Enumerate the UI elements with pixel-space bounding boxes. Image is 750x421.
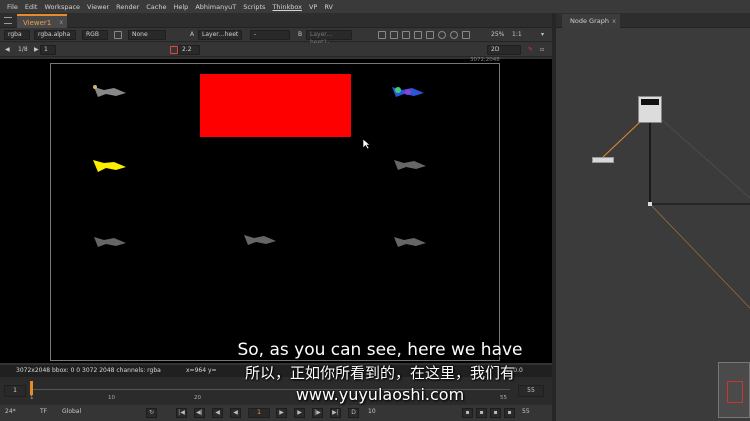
compare-mode-dropdown[interactable]: - [250, 30, 290, 40]
pane-menu-icon[interactable] [4, 17, 12, 24]
minimap-viewport[interactable] [727, 381, 743, 403]
fullscreen-icon[interactable] [462, 31, 470, 39]
fps-dropdown[interactable]: 24* [5, 408, 16, 415]
input-a-dropdown[interactable]: Layer…heet [198, 30, 242, 40]
menu-abhimanyut[interactable]: AbhimanyuT [195, 3, 236, 11]
pause-icon[interactable] [426, 31, 434, 39]
viewer-node[interactable] [638, 96, 662, 123]
read-node[interactable] [592, 157, 614, 163]
playhead[interactable] [30, 381, 33, 395]
creature-sprite-6 [244, 235, 276, 245]
first-frame-button[interactable]: |◀ [176, 408, 187, 418]
format-label: 3072,2048 [470, 57, 500, 63]
downrez-label[interactable]: 1/8 [18, 46, 28, 53]
menu-edit[interactable]: Edit [25, 3, 38, 11]
input-b-dropdown[interactable]: Layer…heet1- [306, 30, 352, 46]
proxy-icon[interactable] [114, 31, 122, 39]
menu-file[interactable]: File [7, 3, 18, 11]
step-forward-button[interactable]: ▶ [294, 408, 305, 418]
tf-dropdown[interactable]: TF [40, 408, 47, 415]
play-icon[interactable]: ◀ [5, 46, 10, 53]
playback-bar: 24* TF Global ↻ |◀ ◀| ◀ ◀ 1 ▶ ▶ |▶ ▶| D … [0, 405, 552, 421]
menu-vp[interactable]: VP [309, 3, 317, 11]
menu-workspace[interactable]: Workspace [44, 3, 80, 11]
prev-keyframe-button[interactable]: ◀| [194, 408, 205, 418]
creature-sprite-7 [394, 237, 426, 247]
refresh-icon[interactable] [438, 31, 446, 39]
subtitle-chinese: 所以，正如你所看到的，在这里，我们有 [244, 364, 515, 382]
frame-arrow-icon[interactable]: ▶ [34, 46, 39, 53]
lock-icon[interactable]: ▫ [540, 46, 544, 53]
frame-field[interactable]: 1 [40, 45, 56, 55]
menu-thinkbox[interactable]: Thinkbox [272, 3, 302, 11]
channels-dropdown[interactable]: rgba [4, 30, 30, 40]
menu-cache[interactable]: Cache [146, 3, 166, 11]
node-graph-tab-row: Node Graph x [556, 13, 750, 28]
creature-sprite-5 [94, 237, 126, 247]
creature-sprite-2 [392, 87, 424, 97]
menu-viewer[interactable]: Viewer [87, 3, 109, 11]
settings-icon[interactable]: ▪ [504, 408, 515, 418]
gain-reset-icon[interactable] [170, 46, 178, 54]
tab-node-graph[interactable]: Node Graph x [562, 14, 620, 28]
rgb-mode-icon[interactable]: ▪ [490, 408, 501, 418]
timeline-tick-1: 1 [30, 395, 34, 401]
input-a-label: A [190, 31, 195, 38]
cache-icon[interactable]: ▪ [462, 408, 473, 418]
subtitle-english: So, as you can see, here we have [237, 340, 523, 360]
zoom-label[interactable]: 25% [491, 31, 504, 38]
overlay-icon[interactable] [390, 31, 398, 39]
close-icon[interactable]: x [612, 14, 616, 28]
ratio-label[interactable]: 1:1 [512, 31, 522, 38]
mouse-cursor-icon [362, 138, 371, 150]
viewer-toolbar-channels: rgba rgba.alpha RGB None A Layer…heet - … [0, 28, 552, 46]
alpha-dropdown[interactable]: rgba.alpha [34, 30, 76, 40]
end-frame-label: 55 [522, 408, 530, 415]
tab-node-graph-label: Node Graph [570, 17, 609, 25]
viewer-tab-row: Viewer1 x [0, 13, 552, 28]
current-frame-field[interactable]: 1 [248, 408, 270, 418]
creature-sprite-1 [93, 85, 126, 97]
dropdown-arrow-icon[interactable]: ▾ [541, 31, 544, 38]
last-frame-button[interactable]: ▶| [330, 408, 341, 418]
input-b-label: B [298, 31, 303, 38]
tab-viewer1[interactable]: Viewer1 x [17, 14, 67, 28]
roi-icon[interactable] [378, 31, 386, 39]
play-forward-button[interactable]: ▶ [276, 408, 287, 418]
creature-sprite-3 [93, 160, 126, 172]
dot-node[interactable] [648, 202, 652, 206]
creature-sprite-4 [394, 160, 426, 170]
gamma-field[interactable]: 2.2 [178, 45, 200, 55]
menu-rv[interactable]: RV [324, 3, 333, 11]
step-back-button[interactable]: ◀ [212, 408, 223, 418]
clipping-icon[interactable] [414, 31, 422, 39]
menu-help[interactable]: Help [173, 3, 188, 11]
range-mode-dropdown[interactable]: Global [62, 408, 81, 415]
subtitle-website: www.yuyulaoshi.com [295, 385, 465, 404]
tab-viewer1-label: Viewer1 [23, 19, 52, 27]
gear-icon[interactable] [450, 31, 458, 39]
viewer-toolbar-gain: ◀ 1/8 ▶ 1 2.2 2D ✎ ▫ [0, 43, 552, 97]
menu-render[interactable]: Render [116, 3, 139, 11]
view-mode-dropdown[interactable]: 2D [487, 45, 521, 55]
timeline-tick-10: 10 [108, 395, 115, 401]
mask-icon[interactable] [402, 31, 410, 39]
info-format: 3072x2048 bbox: 0 0 3072 2048 channels: … [16, 367, 161, 374]
proxy-mode-icon[interactable]: ▪ [476, 408, 487, 418]
step-size[interactable]: 10 [368, 408, 376, 415]
timeline-start-field[interactable]: 1 [4, 385, 26, 397]
navigator-minimap[interactable] [718, 362, 750, 418]
loop-icon[interactable]: ↻ [146, 408, 157, 418]
menu-bar: File Edit Workspace Viewer Render Cache … [0, 0, 750, 13]
menu-scripts[interactable]: Scripts [243, 3, 265, 11]
lut-dropdown[interactable]: None [128, 30, 166, 40]
colorspace-dropdown[interactable]: RGB [82, 30, 108, 40]
pick-color-icon[interactable]: ✎ [528, 46, 533, 53]
next-keyframe-button[interactable]: |▶ [312, 408, 323, 418]
red-rectangle [200, 74, 351, 137]
d-button[interactable]: D [348, 408, 359, 418]
play-backward-button[interactable]: ◀ [230, 408, 241, 418]
